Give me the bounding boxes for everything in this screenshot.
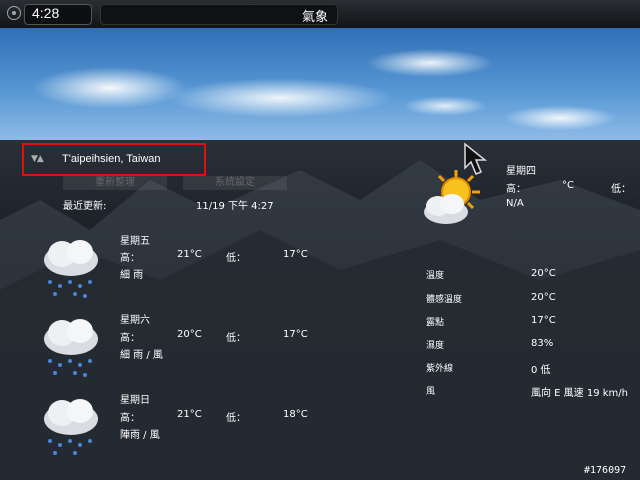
rain-cloud-icon (44, 319, 98, 377)
today-day: 星期四 (506, 166, 536, 177)
detail-label-feels-like: 體感溫度 (426, 295, 463, 305)
low-label: 低： (226, 413, 246, 424)
location-switch-arrows-icon[interactable]: ▼▲ (31, 154, 44, 164)
detail-label-dew-point: 露點 (426, 318, 445, 328)
detail-value-uv: 0 低 (531, 365, 551, 376)
condition: 細 雨 (120, 270, 144, 281)
detail-value-dew-point: 17°C (531, 315, 556, 326)
high-label: 高： (120, 333, 140, 344)
low-temp: 18°C (283, 409, 308, 420)
forecast-day: 星期六 (120, 315, 150, 326)
sun-cloud-icon (424, 170, 480, 224)
condition: 陣雨 / 風 (120, 430, 160, 441)
forecast-day: 星期五 (120, 236, 150, 247)
last-updated-value: 11/19 下午 4:27 (196, 201, 274, 212)
low-temp: 17°C (283, 249, 308, 260)
today-high-label: 高： (506, 184, 526, 195)
detail-label-humidity: 濕度 (426, 341, 445, 351)
settings-gear-icon[interactable] (7, 6, 21, 20)
high-label: 高： (120, 413, 140, 424)
watermark: #176097 (584, 465, 627, 476)
detail-label-uv: 紫外線 (426, 364, 454, 374)
sky-background (0, 28, 640, 140)
detail-label-temperature: 溫度 (426, 271, 445, 281)
today-high-unit: °C (562, 180, 574, 191)
refresh-button[interactable]: 重新整理 (63, 176, 167, 190)
detail-value-temperature: 20°C (531, 268, 556, 279)
condition: 細 雨 / 風 (120, 350, 163, 361)
rain-cloud-icon (44, 240, 98, 298)
forecast-day: 星期日 (120, 395, 150, 406)
low-temp: 17°C (283, 329, 308, 340)
detail-value-humidity: 83% (531, 338, 554, 349)
high-temp: 21°C (177, 249, 202, 260)
high-temp: 20°C (177, 329, 202, 340)
clock: 4:28 (32, 5, 60, 21)
high-label: 高： (120, 253, 140, 264)
location-name[interactable]: T'aipeihsien, Taiwan (62, 153, 161, 165)
low-label: 低： (226, 333, 246, 344)
detail-value-wind: 風向 E 風速 19 km/h (531, 388, 628, 399)
rain-cloud-icon (44, 399, 98, 455)
settings-button[interactable]: 系統設定 (183, 176, 287, 190)
detail-label-wind: 風 (426, 387, 436, 397)
low-label: 低： (226, 253, 246, 264)
detail-value-feels-like: 20°C (531, 292, 556, 303)
today-condition: N/A (506, 198, 524, 209)
last-updated-label: 最近更新: (63, 201, 107, 212)
high-temp: 21°C (177, 409, 202, 420)
top-bar: 4:28 氣象 (0, 0, 640, 29)
app-title: 氣象 (302, 10, 329, 25)
today-low-label: 低： (611, 184, 631, 195)
